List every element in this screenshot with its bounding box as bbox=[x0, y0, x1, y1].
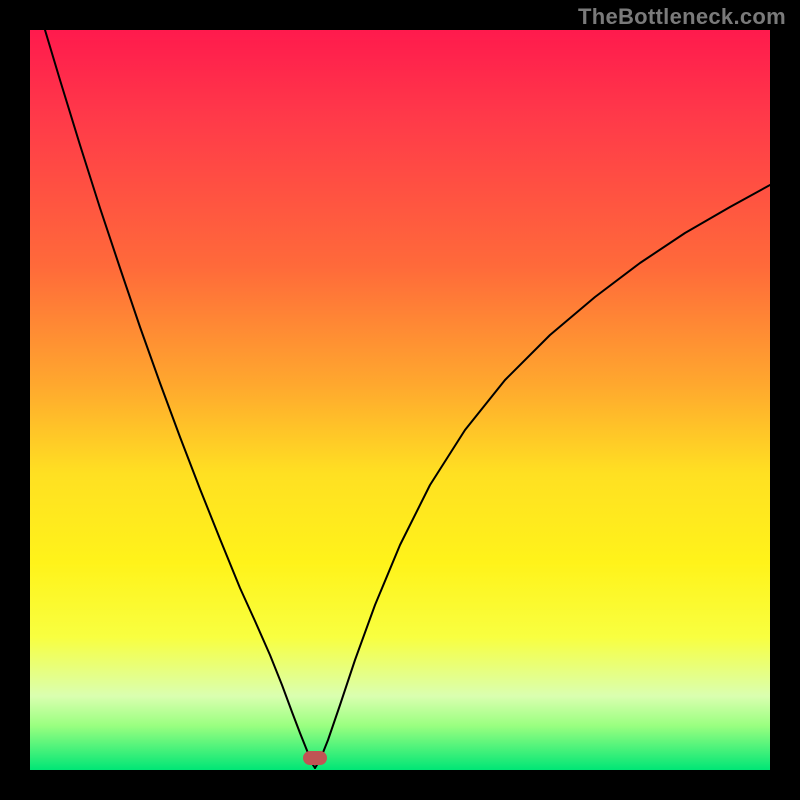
curve-right-branch bbox=[315, 185, 770, 768]
chart-frame: TheBottleneck.com bbox=[0, 0, 800, 800]
watermark-text: TheBottleneck.com bbox=[578, 4, 786, 30]
minimum-marker bbox=[303, 751, 327, 765]
curve-left-branch bbox=[45, 30, 315, 768]
plot-area bbox=[30, 30, 770, 770]
curve-svg bbox=[30, 30, 770, 770]
